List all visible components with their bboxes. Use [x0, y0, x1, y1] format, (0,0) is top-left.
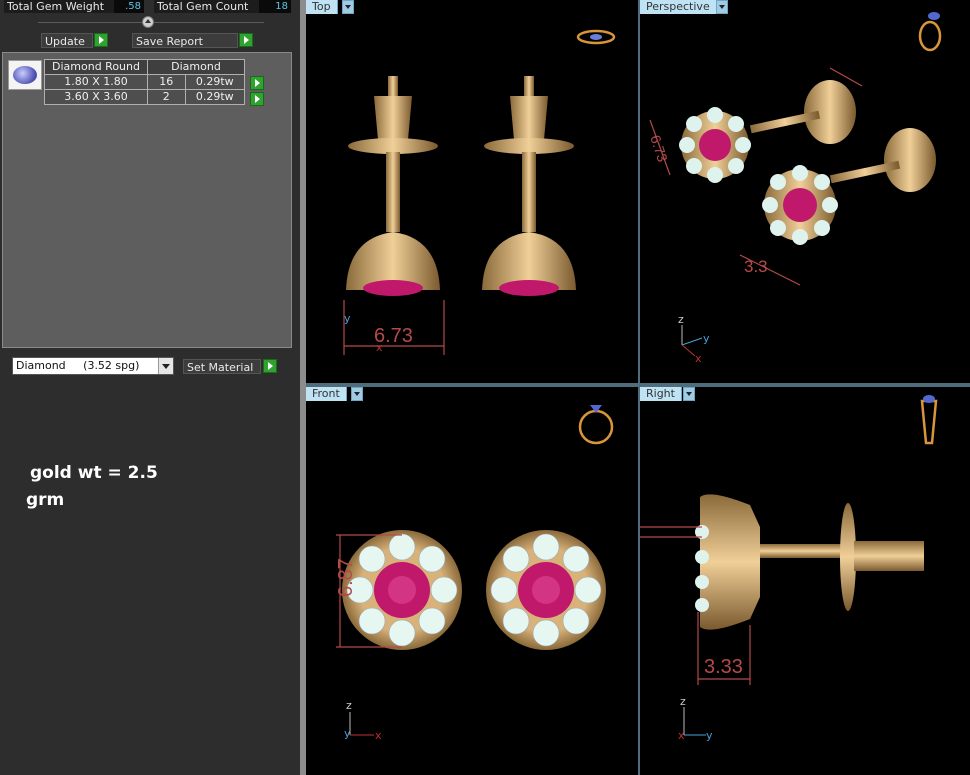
material-select[interactable]: Diamond (3.52 spg): [12, 357, 174, 375]
save-report-go-icon[interactable]: [239, 33, 253, 47]
axis-triad-icon: [349, 712, 374, 736]
gem-table: Diamond Round Diamond 1.80 X 1.80 16 0.2…: [44, 59, 246, 105]
earring-front-left: [342, 530, 462, 650]
row-expand-icon[interactable]: [250, 76, 264, 90]
axis-z-label: z: [680, 695, 686, 708]
chevron-down-icon[interactable]: [716, 0, 728, 14]
viewport-perspective[interactable]: 6.73 3.3 z y x Perspective: [640, 0, 970, 383]
viewport-tab-front[interactable]: Front: [306, 387, 347, 401]
set-material-go-icon[interactable]: [263, 359, 277, 373]
axis-x-label: x: [678, 729, 685, 742]
chevron-down-icon[interactable]: [351, 387, 363, 401]
earring-top-right: [482, 76, 576, 296]
earring-perspective-front: [762, 128, 936, 245]
row-size: 1.80 X 1.80: [44, 74, 148, 90]
earring-right-side: [695, 494, 924, 630]
row-count: 2: [147, 89, 186, 105]
material-select-value: Diamond (3.52 spg): [16, 359, 140, 372]
total-gem-weight-label: Total Gem Weight: [4, 0, 114, 13]
row-expand-icon[interactable]: [250, 92, 264, 106]
note-line1: gold wt = 2.5: [30, 463, 158, 483]
axis-triad-icon: [683, 707, 706, 736]
axis-y-label: y: [706, 729, 713, 742]
set-material-button[interactable]: Set Material: [183, 359, 261, 374]
axis-x-label: x: [695, 352, 702, 365]
axis-y-label: y: [344, 727, 351, 740]
table-row[interactable]: 1.80 X 1.80 16 0.29tw: [44, 74, 246, 90]
ring-side-icon: [920, 395, 938, 445]
chevron-down-icon[interactable]: [158, 358, 173, 374]
axis-z-label: z: [346, 699, 352, 712]
viewport-splitter-vertical[interactable]: [638, 0, 640, 775]
total-gem-count-label: Total Gem Count: [154, 0, 259, 13]
update-button[interactable]: Update: [41, 33, 93, 48]
axis-x-label: x: [376, 341, 383, 354]
gold-weight-note: gold wt = 2.5 grm: [26, 460, 158, 514]
axis-y-label: y: [703, 332, 710, 345]
round-diamond-icon: [8, 60, 42, 90]
dimension-label: 3.33: [704, 656, 743, 678]
dimension-label: 3.3: [744, 257, 768, 276]
ring-perspective-icon: [918, 12, 942, 52]
row-count: 16: [147, 74, 186, 90]
viewport-tab-top[interactable]: Top: [306, 0, 338, 14]
note-line2: grm: [26, 490, 65, 510]
row-size: 3.60 X 3.60: [44, 89, 148, 105]
chevron-down-icon[interactable]: [683, 387, 695, 401]
viewport-splitter-horizontal[interactable]: [306, 383, 970, 387]
viewport-top[interactable]: 6.73 y x Top: [306, 0, 638, 383]
table-header-shape: Diamond Round: [44, 59, 148, 75]
axis-y-label: y: [344, 312, 351, 325]
dimension-label: 6.73: [647, 133, 671, 164]
gem-report-panel: Total Gem Weight .58 Total Gem Count 18 …: [0, 0, 300, 775]
save-report-button[interactable]: Save Report: [132, 33, 238, 48]
row-weight: 0.29tw: [184, 74, 246, 90]
ring-top-icon: [576, 29, 616, 45]
earring-top-left: [346, 76, 440, 296]
table-row[interactable]: 3.60 X 3.60 2 0.29tw: [44, 89, 246, 105]
earring-perspective-back: [679, 80, 856, 183]
viewport-tab-right[interactable]: Right: [640, 387, 682, 401]
axis-x-label: x: [375, 729, 382, 742]
viewport-tab-perspective[interactable]: Perspective: [640, 0, 717, 14]
total-gem-count-value: 18: [259, 0, 291, 13]
chevron-down-icon[interactable]: [342, 0, 354, 14]
dimension-label: 6.87: [335, 558, 357, 597]
row-weight: 0.29tw: [184, 89, 246, 105]
ring-front-icon: [578, 405, 614, 445]
axis-z-label: z: [678, 313, 684, 326]
viewport-front[interactable]: 6.87 z y x Front: [306, 387, 638, 775]
collapse-arrow-icon[interactable]: [142, 16, 154, 28]
update-go-icon[interactable]: [94, 33, 108, 47]
total-gem-weight-value: .58: [114, 0, 144, 13]
viewport-right[interactable]: 3.33 z x y Right: [640, 387, 970, 775]
table-header-type: Diamond: [147, 59, 245, 75]
earring-front-right: [486, 530, 606, 650]
